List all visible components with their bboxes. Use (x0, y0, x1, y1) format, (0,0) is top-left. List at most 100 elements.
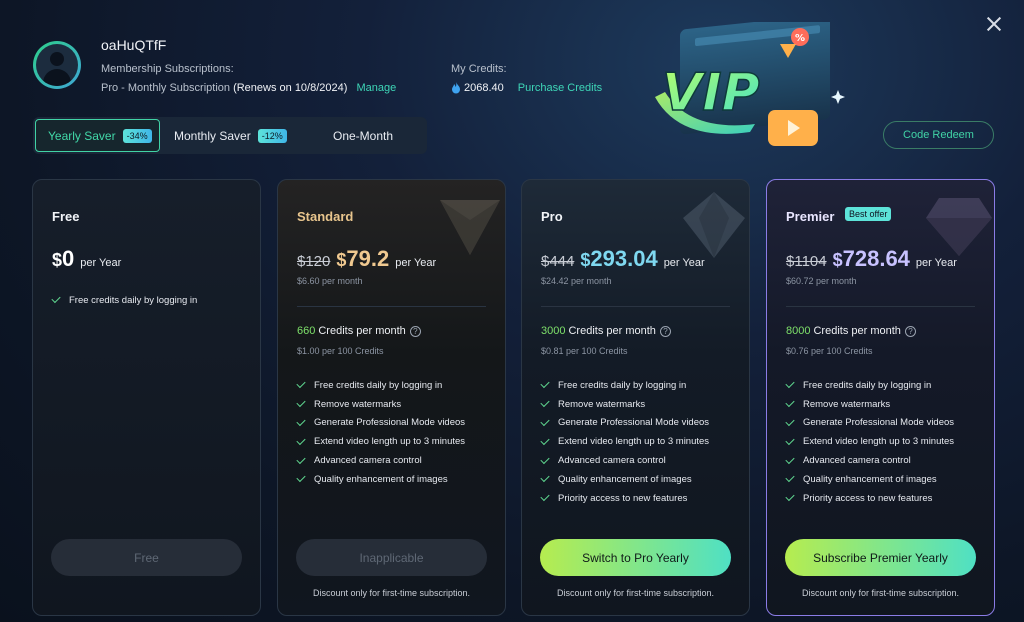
discount-note: Discount only for first-time subscriptio… (556, 588, 715, 598)
divider (541, 306, 730, 307)
discount-badge: -12% (257, 128, 287, 143)
original-price: $120 (297, 253, 331, 270)
tab-label: One-Month (333, 128, 394, 143)
discount-note: Discount only for first-time subscriptio… (801, 588, 960, 598)
flame-icon (452, 82, 460, 94)
list-item: Free credits daily by logging in (296, 376, 465, 395)
info-icon[interactable]: ? (409, 325, 421, 337)
list-item: Priority access to new features (540, 489, 709, 508)
close-icon[interactable] (984, 14, 1004, 34)
price-row: $120 $79.2 per Year (297, 246, 436, 272)
list-item: Generate Professional Mode videos (785, 414, 954, 433)
list-item: Quality enhancement of images (785, 470, 954, 489)
current-plan: Pro - Monthly Subscription (Renews on 10… (101, 82, 396, 94)
inapplicable-button: Inapplicable (296, 539, 487, 576)
list-item: Priority access to new features (785, 489, 954, 508)
plan-title: Free (52, 209, 80, 224)
list-item: Generate Professional Mode videos (296, 414, 465, 433)
credits-amount: 2068.40 (464, 82, 504, 94)
vip-text: VIP (662, 63, 760, 123)
list-item: Advanced camera control (540, 451, 709, 470)
check-icon (785, 398, 795, 408)
price-row: $444 $293.04 per Year (541, 246, 705, 272)
price-row: $1104 $728.64 per Year (786, 246, 957, 272)
feature-list: Free credits daily by logging in Remove … (296, 376, 465, 489)
switch-to-pro-yearly-button[interactable]: Switch to Pro Yearly (540, 539, 731, 576)
list-item: Remove watermarks (785, 395, 954, 414)
list-item: Generate Professional Mode videos (540, 414, 709, 433)
plan-title: Standard (297, 209, 354, 224)
price: $293.04 (580, 246, 658, 271)
check-icon (540, 416, 550, 427)
check-icon (540, 379, 550, 389)
list-item: Free credits daily by logging in (540, 376, 709, 395)
list-item: Remove watermarks (540, 395, 709, 414)
svg-text:%: % (795, 33, 805, 44)
price-period: per Year (663, 257, 705, 269)
feature-list: Free credits daily by logging in Remove … (785, 376, 954, 508)
manage-link[interactable]: Manage (356, 82, 396, 94)
subscribe-premier-yearly-button[interactable]: Subscribe Premier Yearly (785, 539, 976, 576)
list-item: Quality enhancement of images (296, 470, 465, 489)
tab-one-month[interactable]: One-Month (333, 119, 393, 152)
vip-illustration: VIP % (655, 22, 845, 146)
monthly-price: $60.72 per month (786, 276, 857, 286)
username: oaHuQTfF (101, 37, 167, 53)
gem-icon (440, 200, 500, 255)
discount-badge: -34% (122, 128, 152, 143)
monthly-price: $6.60 per month (297, 276, 363, 286)
list-item: Extend video length up to 3 minutes (296, 432, 465, 451)
plan-name: Pro - Monthly Subscription (101, 82, 230, 94)
tab-label: Yearly Saver (48, 128, 116, 143)
credits-per-month: 3000 Credits per month? (541, 325, 671, 337)
price: $79.2 (336, 246, 390, 271)
credits-rate: $1.00 per 100 Credits (297, 346, 384, 356)
check-icon (540, 492, 550, 502)
price: $0 (52, 246, 75, 271)
tab-monthly-saver[interactable]: Monthly Saver -12% (174, 119, 287, 152)
plan-title: Pro (541, 209, 563, 224)
monthly-price: $24.42 per month (541, 276, 612, 286)
feature-list: Free credits daily by logging in (51, 291, 197, 310)
divider (297, 306, 486, 307)
renew-date: (Renews on 10/8/2024) (233, 82, 348, 94)
price-period: per Year (395, 257, 437, 269)
check-icon (296, 398, 306, 408)
price-period: per Year (80, 257, 122, 269)
check-icon (540, 473, 550, 483)
code-redeem-button[interactable]: Code Redeem (883, 121, 994, 149)
credits-rate: $0.76 per 100 Credits (786, 346, 873, 356)
check-icon (296, 473, 306, 483)
info-icon[interactable]: ? (904, 325, 916, 337)
check-icon (296, 416, 306, 427)
check-icon (296, 379, 306, 389)
check-icon (296, 435, 306, 445)
plan-title: Premier (786, 209, 835, 224)
check-icon (51, 294, 61, 304)
discount-note: Discount only for first-time subscriptio… (312, 588, 471, 598)
plan-card-free: Free $0 per Year Free credits daily by l… (32, 179, 261, 616)
info-icon[interactable]: ? (659, 325, 671, 337)
original-price: $1104 (786, 253, 827, 270)
check-icon (296, 454, 306, 464)
credits-per-month: 8000 Credits per month? (786, 325, 916, 337)
tab-label: Monthly Saver (174, 128, 251, 143)
purchase-credits-link[interactable]: Purchase Credits (518, 82, 602, 94)
avatar (33, 41, 81, 89)
credits-per-month: 660 Credits per month? (297, 325, 421, 337)
free-button: Free (51, 539, 242, 576)
check-icon (785, 379, 795, 389)
list-item: Free credits daily by logging in (51, 291, 197, 310)
plan-card-standard: Standard $120 $79.2 per Year $6.60 per m… (277, 179, 506, 616)
billing-tabs: Yearly Saver -34% Monthly Saver -12% One… (33, 117, 427, 154)
best-offer-badge: Best offer (845, 207, 892, 221)
membership-label: Membership Subscriptions: (101, 63, 234, 75)
credits-label: My Credits: (451, 63, 507, 75)
check-icon (785, 473, 795, 483)
original-price: $444 (541, 253, 575, 270)
tab-yearly-saver[interactable]: Yearly Saver -34% (35, 119, 160, 152)
check-icon (540, 398, 550, 408)
list-item: Extend video length up to 3 minutes (785, 432, 954, 451)
price-row: $0 per Year (52, 246, 121, 272)
check-icon (540, 454, 550, 464)
